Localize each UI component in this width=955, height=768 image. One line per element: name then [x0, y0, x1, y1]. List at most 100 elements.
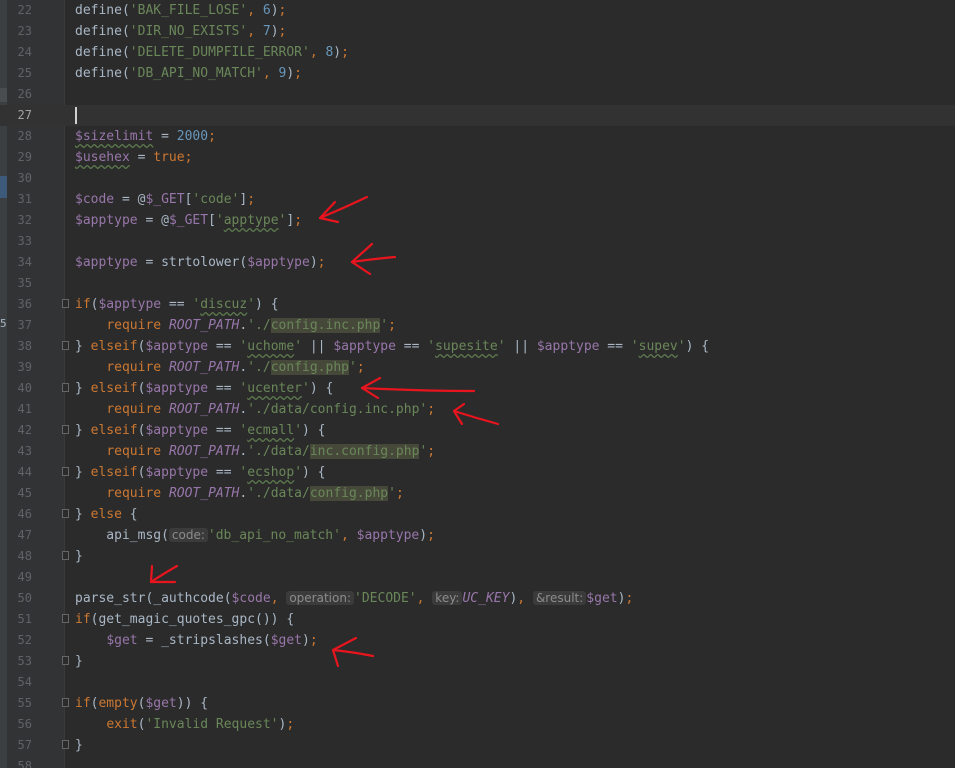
code-text[interactable]: api_msg(code:'db_api_no_match', $apptype… — [75, 525, 435, 546]
code-token: require — [106, 318, 169, 333]
code-text[interactable]: $sizelimit = 2000; — [75, 126, 216, 147]
code-text[interactable]: } else { — [75, 504, 138, 525]
line-number: 44 — [17, 465, 32, 479]
fold-toggle-icon[interactable] — [62, 299, 69, 308]
code-text[interactable]: if($apptype == 'discuz') { — [75, 294, 279, 315]
fold-toggle-icon[interactable] — [62, 509, 69, 518]
code-line[interactable]: 27 — [0, 105, 955, 126]
code-token: ' — [302, 381, 310, 396]
code-line[interactable]: 32 $apptype = @$_GET['apptype']; — [0, 210, 955, 231]
code-line[interactable]: 53} — [0, 651, 955, 672]
code-text[interactable]: parse_str(_authcode($code, operation: 'DE… — [75, 588, 633, 609]
code-text[interactable]: require ROOT_PATH.'./config.php'; — [75, 357, 365, 378]
code-line[interactable]: 22 define('BAK_FILE_LOSE', 6); — [0, 0, 955, 21]
code-text[interactable]: $apptype = @$_GET['apptype']; — [75, 210, 302, 231]
code-text[interactable]: } elseif($apptype == 'ecshop') { — [75, 462, 326, 483]
code-token: ; — [427, 528, 435, 543]
code-text[interactable]: } elseif($apptype == 'uchome' || $apptyp… — [75, 336, 709, 357]
code-text[interactable]: define('DB_API_NO_MATCH', 9); — [75, 63, 302, 84]
code-text[interactable]: $code = @$_GET['code']; — [75, 189, 255, 210]
code-text[interactable]: define('DELETE_DUMPFILE_ERROR', 8); — [75, 42, 349, 63]
code-text[interactable]: } — [75, 735, 83, 756]
code-line[interactable]: 42} elseif($apptype == 'ecmall') { — [0, 420, 955, 441]
code-text[interactable]: } elseif($apptype == 'ecmall') { — [75, 420, 326, 441]
code-line[interactable]: 50 parse_str(_authcode($code, operation: '… — [0, 588, 955, 609]
fold-toggle-icon[interactable] — [62, 698, 69, 707]
code-text[interactable]: define('BAK_FILE_LOSE', 6); — [75, 0, 286, 21]
code-text[interactable]: $apptype = strtolower($apptype); — [75, 252, 325, 273]
code-token: == — [599, 339, 631, 354]
code-text[interactable]: } — [75, 651, 83, 672]
code-token: (get_magic_quotes_gpc()) { — [90, 612, 295, 627]
line-number: 28 — [17, 129, 32, 143]
code-token: , — [517, 591, 533, 606]
code-text[interactable]: require ROOT_PATH.'./config.inc.php'; — [75, 315, 396, 336]
code-token: 'DB_API_NO_MATCH' — [129, 66, 263, 81]
fold-toggle-icon[interactable] — [62, 467, 69, 476]
code-line[interactable]: 54 — [0, 672, 955, 693]
code-token: || — [302, 339, 334, 354]
fold-toggle-icon[interactable] — [62, 425, 69, 434]
code-token: supev — [638, 339, 678, 354]
fold-toggle-icon[interactable] — [62, 341, 69, 350]
code-line[interactable]: 40} elseif($apptype == 'ucenter') { — [0, 378, 955, 399]
code-line[interactable]: 46} else { — [0, 504, 955, 525]
code-line[interactable]: 52 $get = _stripslashes($get); — [0, 630, 955, 651]
code-token: ; — [317, 255, 326, 270]
code-text[interactable]: $usehex = true; — [75, 147, 192, 168]
code-line[interactable]: 51 if(get_magic_quotes_gpc()) { — [0, 609, 955, 630]
code-line[interactable]: 31 $code = @$_GET['code']; — [0, 189, 955, 210]
code-text[interactable]: exit('Invalid Request'); — [75, 714, 294, 735]
code-token: ; — [395, 486, 404, 501]
code-line[interactable]: 29 $usehex = true; — [0, 147, 955, 168]
code-line[interactable]: 56 exit('Invalid Request'); — [0, 714, 955, 735]
code-text[interactable]: require ROOT_PATH.'./data/config.inc.php… — [75, 399, 435, 420]
code-line[interactable]: 58 — [0, 756, 955, 768]
code-text[interactable]: } elseif($apptype == 'ucenter') { — [75, 378, 333, 399]
code-text[interactable]: if(get_magic_quotes_gpc()) { — [75, 609, 294, 630]
code-text[interactable]: } — [75, 546, 83, 567]
code-token: = — [129, 150, 154, 165]
fold-toggle-icon[interactable] — [62, 656, 69, 665]
code-line[interactable]: 45 require ROOT_PATH.'./data/config.php'… — [0, 483, 955, 504]
code-line[interactable]: 25 define('DB_API_NO_MATCH', 9); — [0, 63, 955, 84]
code-line[interactable]: 57} — [0, 735, 955, 756]
code-text[interactable]: require ROOT_PATH.'./data/config.php'; — [75, 483, 404, 504]
fold-toggle-icon[interactable] — [62, 383, 69, 392]
code-line[interactable]: 26 — [0, 84, 955, 105]
code-line[interactable]: 48} — [0, 546, 955, 567]
code-line[interactable]: 43 require ROOT_PATH.'./data/inc.config.… — [0, 441, 955, 462]
code-line[interactable]: 33 — [0, 231, 955, 252]
code-token: } — [75, 549, 83, 564]
code-line[interactable]: 30 — [0, 168, 955, 189]
code-line[interactable]: 23 define('DIR_NO_EXISTS', 7); — [0, 21, 955, 42]
fold-toggle-icon[interactable] — [62, 614, 69, 623]
code-line[interactable]: 34 $apptype = strtolower($apptype); — [0, 252, 955, 273]
line-number: 23 — [17, 24, 32, 38]
code-line[interactable]: 38} elseif($apptype == 'uchome' || $appt… — [0, 336, 955, 357]
code-text[interactable]: require ROOT_PATH.'./data/inc.config.php… — [75, 441, 435, 462]
fold-toggle-icon[interactable] — [62, 740, 69, 749]
code-token: ' — [294, 423, 303, 438]
fold-toggle-icon[interactable] — [62, 551, 69, 560]
code-editor[interactable]: 5 22 define('BAK_FILE_LOSE', 6); 23 define(… — [0, 0, 955, 768]
code-token: ' — [427, 339, 436, 354]
code-token: $get — [145, 696, 177, 711]
code-line[interactable]: 49 — [0, 567, 955, 588]
code-line[interactable]: 55 if(empty($get)) { — [0, 693, 955, 714]
code-line[interactable]: 28 $sizelimit = 2000; — [0, 126, 955, 147]
code-line[interactable]: 35 — [0, 273, 955, 294]
code-line[interactable]: 24 define('DELETE_DUMPFILE_ERROR', 8); — [0, 42, 955, 63]
code-line[interactable]: 47 api_msg(code:'db_api_no_match', $appt… — [0, 525, 955, 546]
code-line[interactable]: 44 } elseif($apptype == 'ecshop') { — [0, 462, 955, 483]
code-text[interactable]: if(empty($get)) { — [75, 693, 208, 714]
code-line[interactable]: 39 require ROOT_PATH.'./config.php'; — [0, 357, 955, 378]
line-number: 29 — [17, 150, 32, 164]
code-text[interactable]: define('DIR_NO_EXISTS', 7); — [75, 21, 286, 42]
code-line[interactable]: 41 require ROOT_PATH.'./data/config.inc.… — [0, 399, 955, 420]
code-text[interactable]: $get = _stripslashes($get); — [75, 630, 317, 651]
code-token: else — [90, 507, 122, 522]
code-line[interactable]: 37 require ROOT_PATH.'./config.inc.php'; — [0, 315, 955, 336]
code-line[interactable]: 36 if($apptype == 'discuz') { — [0, 294, 955, 315]
